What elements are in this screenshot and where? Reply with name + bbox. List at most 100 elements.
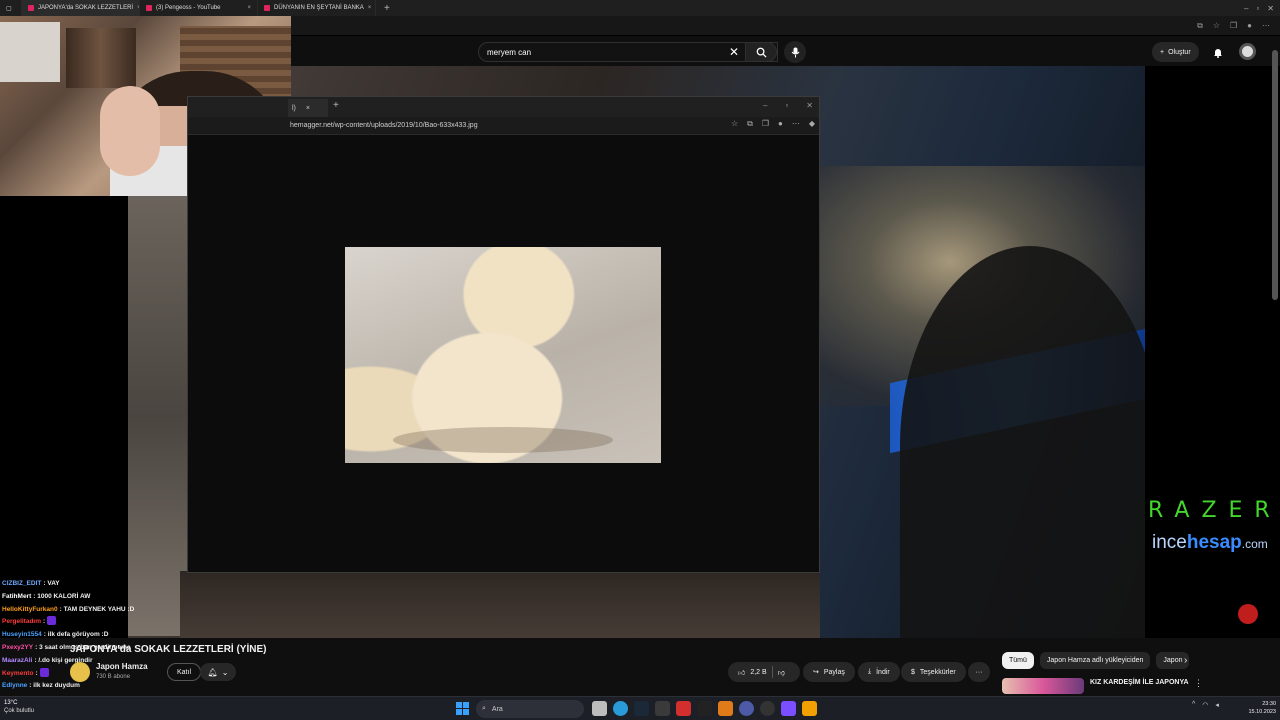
new-tab-button[interactable]: + [376,3,398,14]
account-avatar[interactable] [1239,43,1256,60]
chevron-down-icon: ⌄ [221,667,229,677]
minimize-icon[interactable]: – [763,101,767,110]
close-tab-icon[interactable]: × [368,5,372,11]
chat-username[interactable]: Keymento [2,668,33,681]
maximize-icon[interactable]: ▫ [785,101,788,110]
start-button[interactable] [456,702,470,716]
subscription-bell-button[interactable]: 🔔︎ ⌄ [200,663,236,681]
browser-toolbar: – ▫ ✕ [1244,0,1274,16]
chat-emote-icon [47,616,57,626]
weather-widget[interactable]: 13°C Çok bulutlu [4,699,34,715]
browser-tab-1[interactable]: JAPONYA'da SOKAK LEZZETLERİ × [22,0,140,16]
windows-taskbar: 13°C Çok bulutlu ⌕ Ara ^ ◠ ◂ 23:30 15.10… [0,696,1280,720]
chat-username[interactable]: Pergelitadım [2,616,41,629]
scrollbar-thumb[interactable] [1272,50,1278,300]
notifications-button[interactable] [1210,44,1226,60]
incehesap-logo-part: hesap [1186,532,1242,553]
chat-username[interactable]: HelloKittyFurkan0 [2,604,58,617]
search-input[interactable] [487,47,717,57]
chip-from-uploader[interactable]: Japon Hamza adlı yükleyiciden [1039,652,1151,669]
thumbs-down-icon[interactable]: 👎︎ [778,668,785,677]
page-scrollbar[interactable] [1272,36,1278,696]
edge-icon[interactable] [613,701,628,716]
taskbar-search-placeholder: Ara [491,705,503,713]
app-icon[interactable] [718,701,733,716]
collections-icon[interactable]: ❐ [1230,21,1237,30]
kebab-menu-icon[interactable]: ⋮ [1194,678,1203,689]
like-count[interactable]: 2,2 B [750,669,766,676]
viewer-tab[interactable]: l) × [288,99,328,117]
close-window-icon[interactable]: ✕ [1267,4,1274,13]
steam-icon[interactable] [634,701,649,716]
chat-username[interactable]: FatihMert [2,591,31,604]
youtube-favicon-icon [28,5,34,11]
menu-icon[interactable]: ⋯ [792,119,800,129]
collections-icon[interactable]: ❐ [762,119,769,129]
chat-text: : [43,618,46,626]
close-window-icon[interactable]: ✕ [806,101,813,110]
thanks-button[interactable]: $ Teşekkürler [901,662,966,682]
recommended-video-thumbnail[interactable] [1002,678,1084,694]
volume-icon[interactable]: ◂ [1215,701,1219,709]
more-actions-button[interactable]: ··· [968,662,990,682]
divider [771,666,773,678]
viewer-new-tab-button[interactable]: + [333,100,339,111]
chat-username[interactable]: Pxexy2YY [2,642,33,655]
taskbar-clock[interactable]: 23:30 15.10.2023 [1240,700,1276,716]
download-button[interactable]: ⤓ İndir [858,662,900,682]
viewer-url: hemagger.net/wp-content/uploads/2019/10/… [290,122,478,129]
share-label: Paylaş [823,668,845,676]
close-tab-icon[interactable]: × [306,105,310,112]
obs-icon[interactable] [760,701,775,716]
minimize-icon[interactable]: – [1244,4,1248,13]
search-bar[interactable]: ✕ [478,42,778,62]
recommended-video-title[interactable]: KIZ KARDEŞİM İLE JAPONYA [1090,679,1189,686]
task-view-icon[interactable] [592,701,607,716]
app-icon[interactable] [697,701,712,716]
app-icon[interactable] [676,701,691,716]
search-icon: ⌕ [482,705,486,712]
copilot-icon[interactable]: ◆ [809,119,815,129]
join-button[interactable]: Katıl [167,663,202,681]
create-button[interactable]: + Oluştur [1152,42,1199,62]
chat-username[interactable]: CIZBIZ_EDIT [2,578,41,591]
chat-message: CIZBIZ_EDIT: VAY [2,578,182,591]
razer-logo: RAZER [1148,498,1280,523]
incehesap-logo-part: .com [1241,537,1268,551]
browser-tab-3[interactable]: DÜNYANIN EN ŞEYTANİ BANKA × [258,0,376,16]
taskbar-search[interactable]: ⌕ Ara [476,700,584,718]
share-icon: ↪ [813,669,819,676]
chat-username[interactable]: Edlynne [2,680,27,693]
maximize-icon[interactable]: ▫ [1256,4,1259,13]
chat-username[interactable]: Huseyin1554 [2,629,42,642]
favorite-icon[interactable]: ☆ [731,119,738,129]
app-icon[interactable] [781,701,796,716]
extensions-icon[interactable]: ⧉ [747,119,753,129]
wifi-icon[interactable]: ◠ [1202,701,1208,709]
chevron-up-icon[interactable]: ^ [1192,701,1195,709]
image-viewer-window[interactable]: l) × + – ▫ ✕ hemagger.net/wp-content/upl… [187,96,820,573]
menu-icon[interactable]: ⋯ [1262,21,1270,30]
chip-all[interactable]: Tümü [1002,652,1034,669]
close-tab-icon[interactable]: × [247,5,251,11]
viewer-address-bar[interactable]: hemagger.net/wp-content/uploads/2019/10/… [188,117,819,135]
app-icon[interactable] [655,701,670,716]
app-icon[interactable] [739,701,754,716]
clear-search-icon[interactable]: ✕ [729,45,739,59]
channel-name[interactable]: Japon Hamza [96,662,148,671]
browser-tab-2[interactable]: (3) Pengeoss - YouTube × [140,0,258,16]
app-icon[interactable] [802,701,817,716]
extensions-icon[interactable]: ⧉ [1197,21,1203,31]
voice-search-button[interactable] [784,41,806,63]
share-button[interactable]: ↪ Paylaş [803,662,855,682]
thumbs-up-icon[interactable]: 👍︎ [738,668,745,677]
tab-browser-window-icon[interactable]: ▢ [0,0,22,16]
favorite-icon[interactable]: ☆ [1213,21,1220,30]
plus-icon: + [1160,48,1165,56]
chat-username[interactable]: MaarazAli [2,655,32,668]
channel-avatar[interactable] [70,662,90,682]
chevron-right-icon[interactable]: › [1184,655,1187,666]
search-button[interactable] [745,42,777,62]
profile-icon[interactable]: ● [1247,21,1252,30]
profile-icon[interactable]: ● [778,119,783,129]
